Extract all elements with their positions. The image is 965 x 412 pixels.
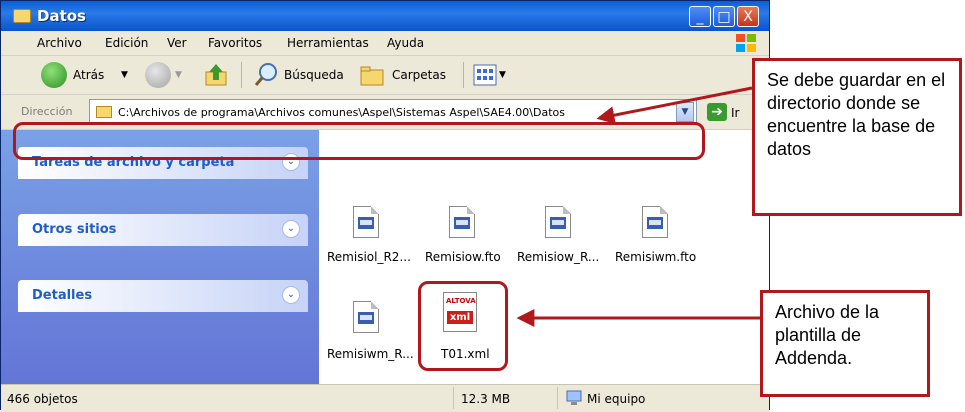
directory-callout: Se debe guardar en el directorio donde s… (752, 58, 962, 216)
template-callout: Archivo de la plantilla de Addenda. (760, 290, 930, 397)
arrow-to-address (596, 86, 753, 125)
